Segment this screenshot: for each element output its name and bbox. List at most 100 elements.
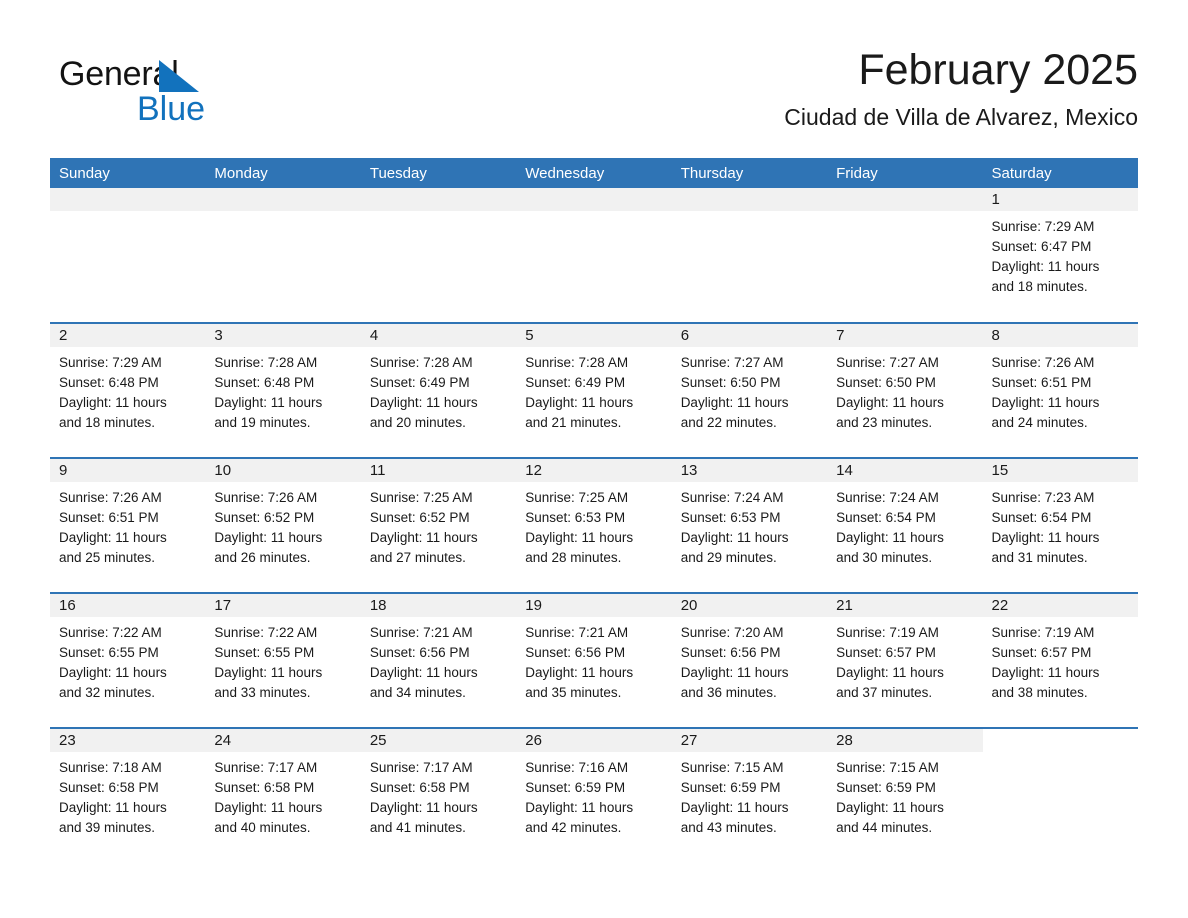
- sunrise-text: Sunrise: 7:19 AM: [991, 625, 1095, 640]
- calendar-day-cell[interactable]: 18 Sunrise: 7:21 AM Sunset: 6:56 PM Dayligh…: [360, 592, 517, 728]
- day-details: Sunrise: 7:27 AM Sunset: 6:50 PM Daylight:…: [827, 347, 982, 433]
- sunset-text: Sunset: 6:54 PM: [836, 510, 936, 525]
- sunrise-text: Sunrise: 7:23 AM: [991, 490, 1095, 505]
- day-details: Sunrise: 7:26 AM Sunset: 6:51 PM Daylight:…: [983, 347, 1138, 433]
- sunrise-text: Sunrise: 7:15 AM: [680, 760, 784, 775]
- sunrise-text: Sunrise: 7:27 AM: [836, 355, 939, 370]
- day-number: [827, 188, 983, 211]
- calendar-day-cell[interactable]: 25 Sunrise: 7:17 AM Sunset: 6:58 PM Dayligh…: [360, 727, 517, 863]
- daylight-text-line1: Daylight: 11 hours: [369, 800, 478, 815]
- day-number: 21: [827, 594, 983, 617]
- sunrise-text: Sunrise: 7:20 AM: [680, 625, 784, 640]
- day-number: [205, 188, 361, 211]
- calendar-day-cell[interactable]: 27 Sunrise: 7:15 AM Sunset: 6:59 PM Dayligh…: [671, 727, 828, 863]
- day-number: 20: [671, 594, 828, 617]
- calendar-day-cell[interactable]: 16 Sunrise: 7:22 AM Sunset: 6:55 PM Dayligh…: [50, 592, 206, 728]
- daylight-text-line2: and 39 minutes.: [59, 820, 156, 835]
- weekday-header-friday: Friday: [827, 158, 983, 188]
- calendar-day-cell[interactable]: 12 Sunrise: 7:25 AM Sunset: 6:53 PM Dayligh…: [516, 457, 672, 593]
- daylight-text-line2: and 35 minutes.: [525, 685, 622, 700]
- calendar-day-cell[interactable]: 1 Sunrise: 7:29 AM Sunset: 6:47 PM Daylight…: [982, 188, 1138, 323]
- calendar-day-cell[interactable]: 9 Sunrise: 7:26 AM Sunset: 6:51 PM Daylight…: [50, 457, 206, 593]
- sunrise-text: Sunrise: 7:26 AM: [214, 490, 318, 505]
- day-details: Sunrise: 7:24 AM Sunset: 6:54 PM Daylight:…: [827, 482, 982, 568]
- sunset-text: Sunset: 6:55 PM: [59, 645, 159, 660]
- daylight-text-line1: Daylight: 11 hours: [836, 665, 944, 680]
- weekday-header-thursday: Thursday: [671, 158, 828, 188]
- calendar-day-cell[interactable]: 28 Sunrise: 7:15 AM Sunset: 6:59 PM Dayligh…: [827, 727, 983, 863]
- calendar-day-cell[interactable]: 6 Sunrise: 7:27 AM Sunset: 6:50 PM Daylight…: [671, 322, 828, 458]
- calendar-day-cell[interactable]: 21 Sunrise: 7:19 AM Sunset: 6:57 PM Dayligh…: [827, 592, 983, 728]
- day-details: Sunrise: 7:16 AM Sunset: 6:59 PM Daylight:…: [516, 752, 671, 838]
- day-details: Sunrise: 7:26 AM Sunset: 6:51 PM Daylight:…: [50, 482, 205, 568]
- calendar-header-row: Sunday Monday Tuesday Wednesday Thursday…: [50, 158, 1138, 188]
- calendar-day-cell[interactable]: 23 Sunrise: 7:18 AM Sunset: 6:58 PM Dayligh…: [50, 727, 206, 863]
- calendar-day-cell[interactable]: 11 Sunrise: 7:25 AM Sunset: 6:52 PM Dayligh…: [360, 457, 517, 593]
- sunrise-text: Sunrise: 7:25 AM: [525, 490, 629, 505]
- daylight-text-line1: Daylight: 11 hours: [59, 800, 167, 815]
- day-number: 28: [827, 729, 983, 752]
- calendar-day-cell[interactable]: 15 Sunrise: 7:23 AM Sunset: 6:54 PM Dayligh…: [982, 457, 1138, 593]
- calendar-day-cell[interactable]: 17 Sunrise: 7:22 AM Sunset: 6:55 PM Dayligh…: [205, 592, 361, 728]
- weekday-header-saturday: Saturday: [982, 158, 1138, 188]
- daylight-text-line2: and 23 minutes.: [836, 415, 933, 430]
- sunrise-text: Sunrise: 7:29 AM: [991, 219, 1095, 234]
- day-details: Sunrise: 7:25 AM Sunset: 6:53 PM Daylight:…: [516, 482, 671, 568]
- sunrise-text: Sunrise: 7:24 AM: [836, 490, 939, 505]
- generalblue-logo[interactable]: General Blue: [59, 54, 319, 136]
- day-number: 1: [982, 188, 1138, 211]
- sunset-text: Sunset: 6:53 PM: [680, 510, 781, 525]
- calendar-day-cell[interactable]: 8 Sunrise: 7:26 AM Sunset: 6:51 PM Daylight…: [982, 322, 1138, 458]
- sunset-text: Sunset: 6:59 PM: [680, 780, 781, 795]
- calendar-day-cell[interactable]: 19 Sunrise: 7:21 AM Sunset: 6:56 PM Dayligh…: [516, 592, 672, 728]
- daylight-text-line1: Daylight: 11 hours: [369, 395, 478, 410]
- daylight-text-line1: Daylight: 11 hours: [369, 530, 478, 545]
- sunset-text: Sunset: 6:58 PM: [59, 780, 159, 795]
- calendar-day-cell[interactable]: 2 Sunrise: 7:29 AM Sunset: 6:48 PM Daylight…: [50, 322, 206, 458]
- sunrise-text: Sunrise: 7:15 AM: [836, 760, 939, 775]
- day-details: Sunrise: 7:22 AM Sunset: 6:55 PM Daylight:…: [50, 617, 205, 703]
- daylight-text-line2: and 30 minutes.: [836, 550, 933, 565]
- calendar-day-cell[interactable]: 13 Sunrise: 7:24 AM Sunset: 6:53 PM Dayligh…: [671, 457, 828, 593]
- calendar-day-cell[interactable]: 5 Sunrise: 7:28 AM Sunset: 6:49 PM Daylight…: [516, 322, 672, 458]
- day-details: Sunrise: 7:17 AM Sunset: 6:58 PM Daylight:…: [361, 752, 516, 838]
- calendar-day-cell[interactable]: 10 Sunrise: 7:26 AM Sunset: 6:52 PM Dayligh…: [205, 457, 361, 593]
- calendar-day-cell[interactable]: 20 Sunrise: 7:20 AM Sunset: 6:56 PM Dayligh…: [671, 592, 828, 728]
- sunrise-text: Sunrise: 7:28 AM: [214, 355, 318, 370]
- day-number: 10: [205, 459, 361, 482]
- calendar-cell-empty: [671, 188, 828, 323]
- daylight-text-line2: and 28 minutes.: [525, 550, 622, 565]
- daylight-text-line2: and 29 minutes.: [680, 550, 777, 565]
- daylight-text-line1: Daylight: 11 hours: [680, 530, 789, 545]
- daylight-text-line2: and 38 minutes.: [991, 685, 1088, 700]
- calendar-day-cell[interactable]: 7 Sunrise: 7:27 AM Sunset: 6:50 PM Daylight…: [827, 322, 983, 458]
- day-number: [360, 188, 517, 211]
- day-details: Sunrise: 7:15 AM Sunset: 6:59 PM Daylight:…: [672, 752, 827, 838]
- daylight-text-line2: and 20 minutes.: [369, 415, 466, 430]
- calendar-day-cell[interactable]: 26 Sunrise: 7:16 AM Sunset: 6:59 PM Dayligh…: [516, 727, 672, 863]
- daylight-text-line2: and 18 minutes.: [991, 279, 1088, 294]
- calendar-day-cell[interactable]: 14 Sunrise: 7:24 AM Sunset: 6:54 PM Dayligh…: [827, 457, 983, 593]
- day-details: Sunrise: 7:26 AM Sunset: 6:52 PM Daylight:…: [205, 482, 360, 568]
- day-number: [516, 188, 672, 211]
- calendar-cell-empty: [827, 188, 983, 323]
- day-number: 26: [516, 729, 672, 752]
- day-number: 24: [205, 729, 361, 752]
- day-details: Sunrise: 7:27 AM Sunset: 6:50 PM Daylight:…: [672, 347, 827, 433]
- calendar-day-cell[interactable]: 3 Sunrise: 7:28 AM Sunset: 6:48 PM Daylight…: [205, 322, 361, 458]
- sunrise-text: Sunrise: 7:24 AM: [680, 490, 784, 505]
- daylight-text-line1: Daylight: 11 hours: [525, 665, 634, 680]
- sunrise-text: Sunrise: 7:18 AM: [59, 760, 162, 775]
- daylight-text-line2: and 32 minutes.: [59, 685, 156, 700]
- sunrise-text: Sunrise: 7:29 AM: [59, 355, 162, 370]
- calendar-day-cell[interactable]: 4 Sunrise: 7:28 AM Sunset: 6:49 PM Daylight…: [360, 322, 517, 458]
- weekday-header-tuesday: Tuesday: [360, 158, 517, 188]
- calendar-day-cell[interactable]: 22 Sunrise: 7:19 AM Sunset: 6:57 PM Dayligh…: [982, 592, 1138, 728]
- daylight-text-line2: and 25 minutes.: [59, 550, 156, 565]
- day-number: 14: [827, 459, 983, 482]
- daylight-text-line1: Daylight: 11 hours: [214, 395, 323, 410]
- daylight-text-line1: Daylight: 11 hours: [59, 530, 167, 545]
- calendar-cell-empty: [205, 188, 361, 323]
- day-details: Sunrise: 7:25 AM Sunset: 6:52 PM Daylight:…: [361, 482, 516, 568]
- calendar-day-cell[interactable]: 24 Sunrise: 7:17 AM Sunset: 6:58 PM Dayligh…: [205, 727, 361, 863]
